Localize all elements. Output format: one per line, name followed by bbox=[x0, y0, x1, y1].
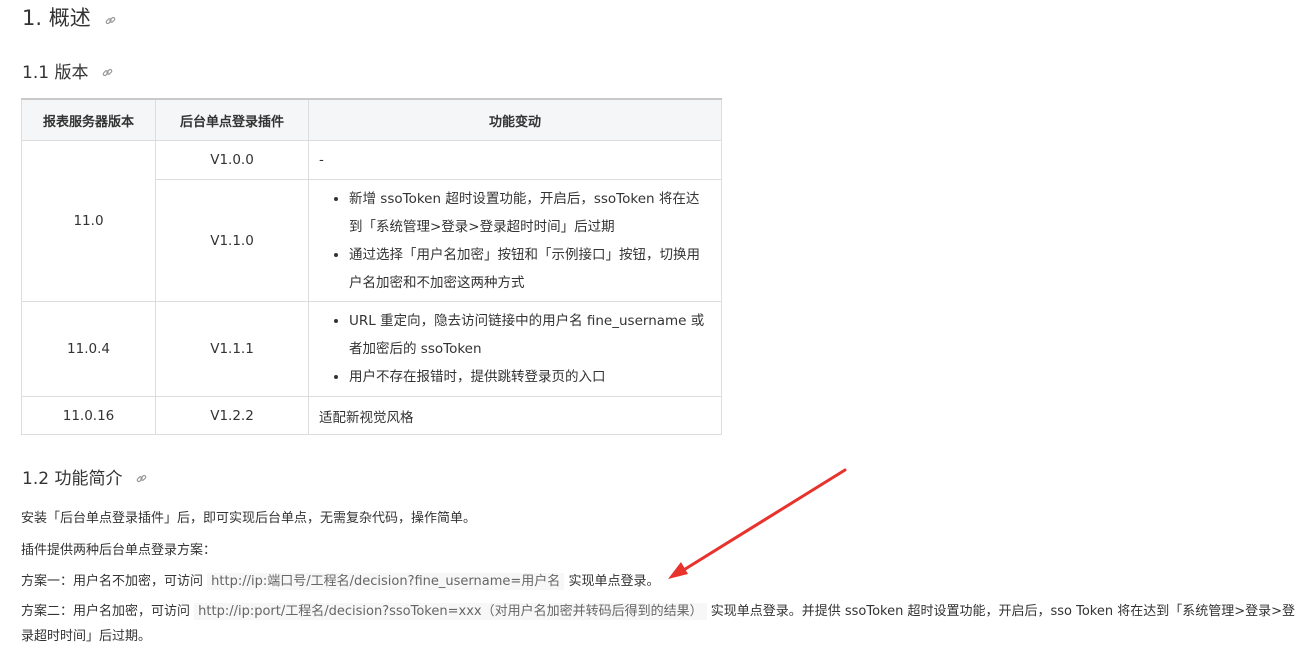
table-cell-server: 11.0.16 bbox=[21, 396, 156, 435]
table-cell-server: 11.0 bbox=[21, 140, 156, 302]
list-item: 新增 ssoToken 超时设置功能，开启后，ssoToken 将在达到「系统管… bbox=[349, 185, 711, 241]
heading-version: 1.1 版本 bbox=[22, 58, 113, 83]
table-cell-plugin: V1.0.0 bbox=[155, 140, 309, 180]
scheme-one-url[interactable]: http://ip:端口号/工程名/decision?fine_username… bbox=[207, 573, 565, 590]
list-item: 通过选择「用户名加密」按钮和「示例接口」按钮，切换用户名加密和不加密这两种方式 bbox=[349, 241, 711, 297]
heading-version-text: 1.1 版本 bbox=[22, 63, 89, 83]
table-cell-change: - bbox=[308, 140, 722, 180]
list-item: 用户不存在报错时，提供跳转登录页的入口 bbox=[349, 363, 711, 391]
scheme-one-suffix: 实现单点登录。 bbox=[568, 574, 660, 589]
table-row: 11.0.16 V1.2.2 适配新视觉风格 bbox=[21, 396, 722, 435]
anchor-link-icon[interactable] bbox=[102, 63, 113, 83]
table-cell-plugin: V1.1.1 bbox=[155, 301, 309, 397]
table-row: 11.0.4 V1.1.1 URL 重定向，隐去访问链接中的用户名 fine_u… bbox=[21, 301, 722, 397]
scheme-two-prefix: 方案二：用户名加密，可访问 bbox=[21, 604, 191, 619]
version-table: 报表服务器版本 后台单点登录插件 功能变动 11.0 V1.0.0 - V1.1… bbox=[21, 98, 722, 435]
heading-intro: 1.2 功能简介 bbox=[22, 464, 147, 489]
intro-paragraph-1: 安装「后台单点登录插件」后，即可实现后台单点，无需复杂代码，操作简单。 bbox=[21, 511, 477, 526]
list-item: URL 重定向，隐去访问链接中的用户名 fine_username 或者加密后的… bbox=[349, 307, 711, 363]
table-row: 11.0 V1.0.0 - bbox=[21, 140, 722, 302]
scheme-two-paragraph: 方案二：用户名加密，可访问 http://ip:port/工程名/decisio… bbox=[21, 599, 1301, 649]
heading-overview: 1. 概述 bbox=[22, 2, 116, 32]
table-cell-plugin: V1.1.0 bbox=[155, 179, 309, 302]
heading-intro-text: 1.2 功能简介 bbox=[22, 469, 123, 489]
heading-overview-text: 1. 概述 bbox=[22, 6, 91, 30]
table-cell-server: 11.0.4 bbox=[21, 301, 156, 397]
anchor-link-icon[interactable] bbox=[136, 469, 147, 489]
table-cell-change: 新增 ssoToken 超时设置功能，开启后，ssoToken 将在达到「系统管… bbox=[308, 179, 722, 302]
scheme-two-url[interactable]: http://ip:port/工程名/decision?ssoToken=xxx… bbox=[194, 603, 707, 620]
table-cell-plugin: V1.2.2 bbox=[155, 396, 309, 435]
scheme-one-prefix: 方案一：用户名不加密，可访问 bbox=[21, 574, 204, 589]
scheme-one-paragraph: 方案一：用户名不加密，可访问 http://ip:端口号/工程名/decisio… bbox=[21, 570, 660, 590]
intro-paragraph-2: 插件提供两种后台单点登录方案： bbox=[21, 543, 217, 558]
table-header-plugin: 后台单点登录插件 bbox=[155, 98, 309, 141]
table-header-change: 功能变动 bbox=[308, 98, 722, 141]
table-cell-change: URL 重定向，隐去访问链接中的用户名 fine_username 或者加密后的… bbox=[308, 301, 722, 397]
table-header-server: 报表服务器版本 bbox=[21, 98, 156, 141]
table-cell-change: 适配新视觉风格 bbox=[308, 396, 722, 435]
anchor-link-icon[interactable] bbox=[105, 7, 116, 31]
